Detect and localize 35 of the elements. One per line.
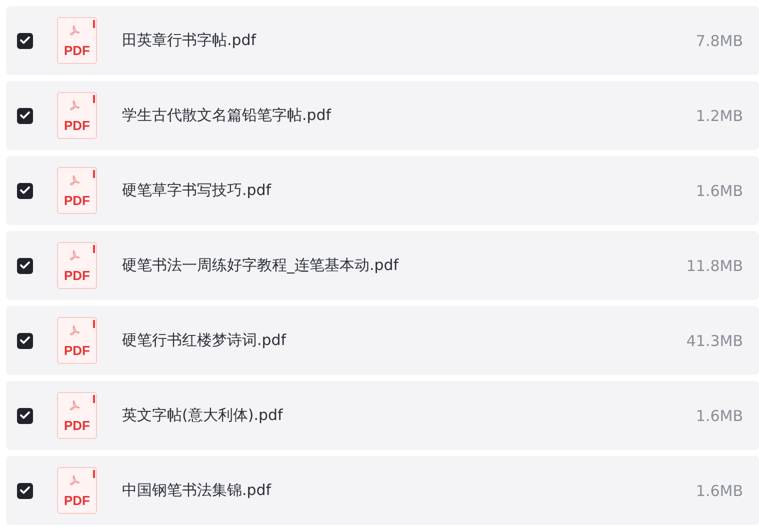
file-row[interactable]: PDF 英文字帖(意大利体).pdf 1.6MB (6, 381, 759, 450)
checkbox[interactable] (17, 258, 33, 274)
file-row[interactable]: PDF 学生古代散文名篇铅笔字帖.pdf 1.2MB (6, 81, 759, 150)
file-name: 田英章行书字帖.pdf (122, 31, 258, 50)
file-name: 中国钢笔书法集锦.pdf (122, 481, 272, 500)
checkbox[interactable] (17, 408, 33, 424)
pdf-file-icon: PDF (57, 242, 97, 289)
pdf-file-icon: PDF (57, 92, 97, 139)
file-name: 硬笔草字书写技巧.pdf (122, 181, 272, 200)
file-size: 7.8MB (696, 32, 743, 50)
pdf-file-icon: PDF (57, 317, 97, 364)
file-name: 硬笔行书红楼梦诗词.pdf (122, 331, 288, 350)
pdf-file-icon: PDF (57, 467, 97, 514)
file-row[interactable]: PDF 硬笔草字书写技巧.pdf 1.6MB (6, 156, 759, 225)
file-name: 硬笔书法一周练好字教程_连笔基本动.pdf (122, 256, 400, 275)
pdf-file-icon: PDF (57, 392, 97, 439)
file-row[interactable]: PDF 硬笔行书红楼梦诗词.pdf 41.3MB (6, 306, 759, 375)
checkbox[interactable] (17, 108, 33, 124)
file-row[interactable]: PDF 田英章行书字帖.pdf 7.8MB (6, 6, 759, 75)
file-size: 11.8MB (686, 256, 743, 274)
checkbox[interactable] (17, 32, 33, 48)
file-size: 1.6MB (696, 182, 743, 200)
pdf-file-icon: PDF (57, 167, 97, 214)
checkbox[interactable] (17, 332, 33, 348)
file-row[interactable]: PDF 硬笔书法一周练好字教程_连笔基本动.pdf 11.8MB (6, 231, 759, 300)
checkbox[interactable] (17, 182, 33, 198)
file-name: 英文字帖(意大利体).pdf (122, 406, 284, 425)
file-size: 1.2MB (696, 106, 743, 124)
file-size: 1.6MB (696, 482, 743, 500)
file-row[interactable]: PDF 中国钢笔书法集锦.pdf 1.6MB (6, 456, 759, 525)
checkbox[interactable] (17, 482, 33, 498)
file-size: 41.3MB (686, 332, 743, 350)
file-size: 1.6MB (696, 406, 743, 424)
pdf-file-icon: PDF (57, 17, 97, 64)
file-name: 学生古代散文名篇铅笔字帖.pdf (122, 106, 332, 125)
